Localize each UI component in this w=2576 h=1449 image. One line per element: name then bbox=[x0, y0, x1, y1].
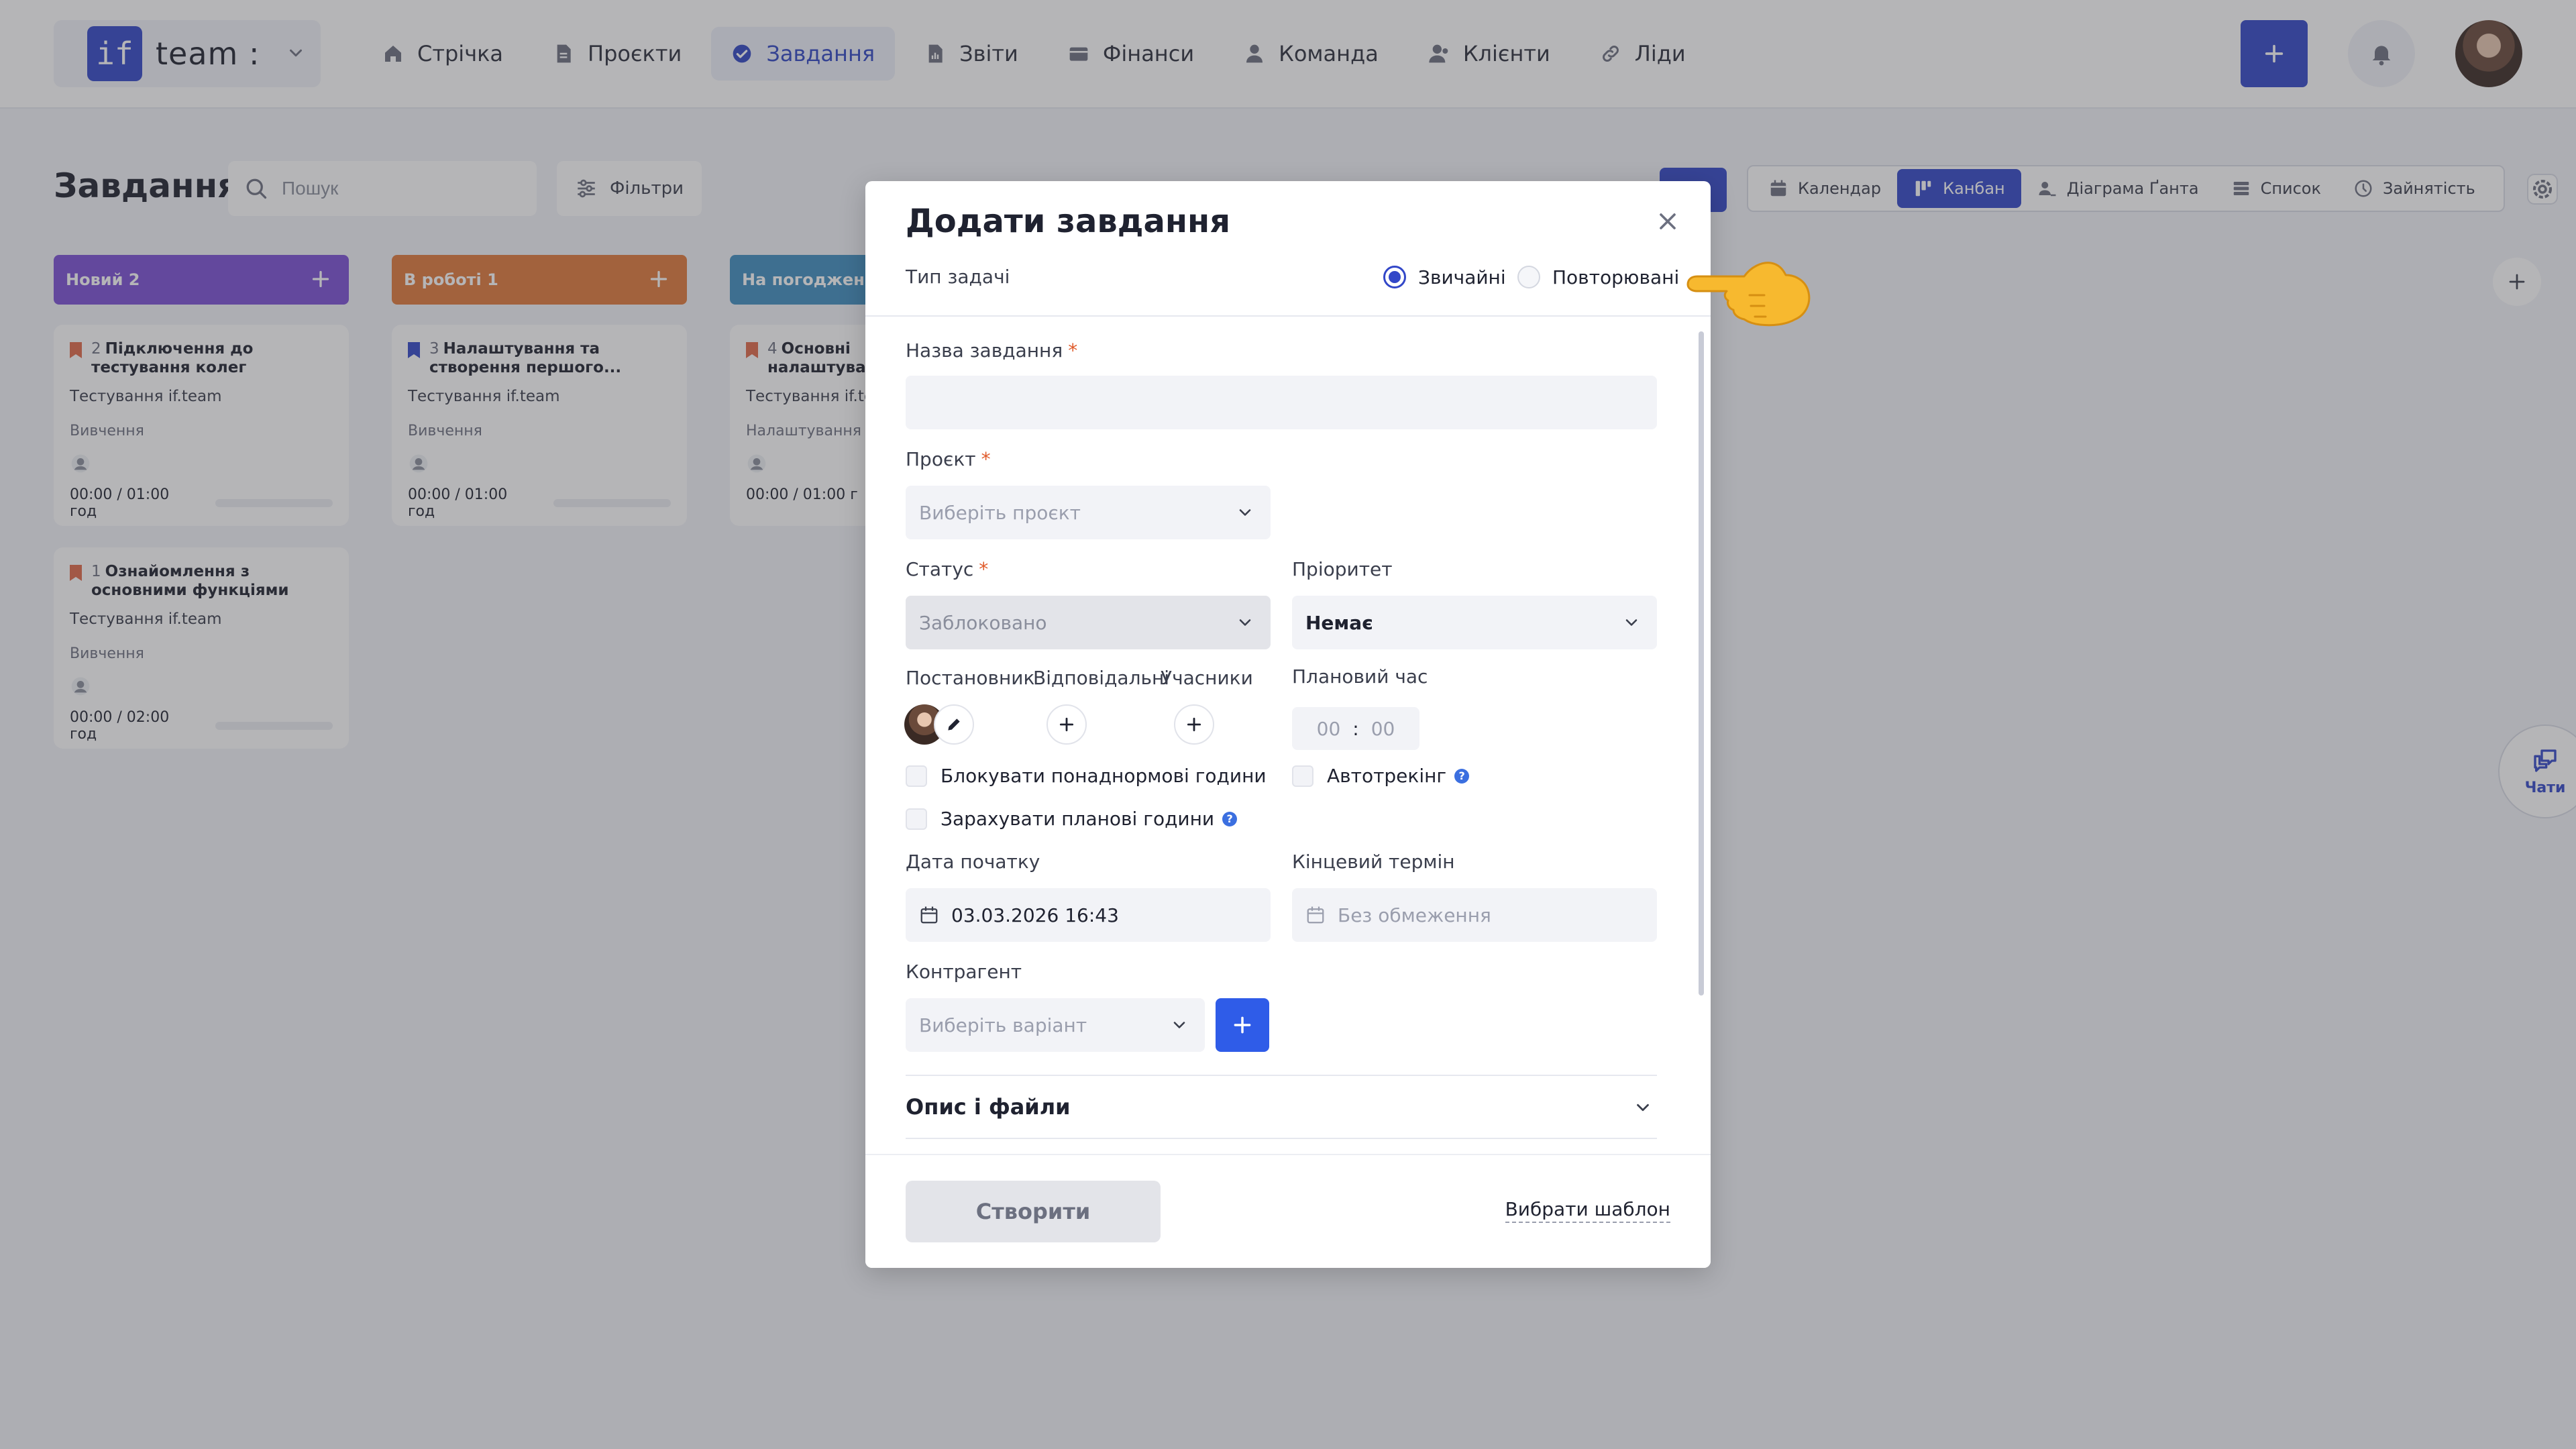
chevron-down-icon bbox=[1173, 1022, 1185, 1028]
plus-icon bbox=[1059, 717, 1074, 732]
add-task-modal: Додати завдання Тип задачі Звичайні Повт… bbox=[865, 181, 1711, 1268]
deadline-label: Кінцевий термін bbox=[1292, 851, 1455, 873]
priority-select[interactable]: Немає bbox=[1292, 596, 1657, 649]
participants-label: Учасники bbox=[1161, 667, 1253, 689]
start-date-value: 03.03.2026 16:43 bbox=[951, 904, 1119, 926]
chevron-down-icon bbox=[1239, 619, 1251, 626]
radio-indicator bbox=[1383, 266, 1406, 288]
modal-title: Додати завдання bbox=[906, 203, 1231, 240]
planned-time-label: Плановий час bbox=[1292, 665, 1428, 688]
chevron-down-icon bbox=[1637, 1104, 1649, 1112]
add-participant-button[interactable] bbox=[1174, 704, 1214, 745]
calendar-icon bbox=[1307, 906, 1324, 924]
checkbox-box bbox=[1292, 765, 1313, 787]
checkbox-box bbox=[906, 765, 927, 787]
plus-icon bbox=[1187, 717, 1201, 732]
close-icon[interactable] bbox=[1654, 208, 1681, 235]
checkbox-box bbox=[906, 808, 927, 830]
start-date-label: Дата початку bbox=[906, 851, 1040, 873]
time-separator: : bbox=[1352, 717, 1359, 740]
create-button[interactable]: Створити bbox=[906, 1181, 1161, 1242]
checkbox-label: Блокувати понаднормові години bbox=[941, 765, 1267, 787]
planned-minutes: 00 bbox=[1371, 717, 1395, 740]
chevron-down-icon bbox=[1239, 509, 1251, 516]
plus-icon bbox=[1234, 1016, 1251, 1034]
divider bbox=[865, 315, 1711, 317]
calendar-icon bbox=[920, 906, 938, 924]
radio-indicator bbox=[1517, 266, 1540, 288]
contractor-placeholder: Виберіть варіант bbox=[919, 1014, 1087, 1036]
assigner-label: Постановник bbox=[906, 667, 1035, 689]
edit-assigner-button[interactable] bbox=[934, 704, 974, 745]
add-contractor-button[interactable] bbox=[1216, 998, 1269, 1052]
checkbox-label: Автотрекінг bbox=[1327, 765, 1447, 787]
task-name-input[interactable] bbox=[919, 392, 1644, 413]
start-date-field[interactable]: 03.03.2026 16:43 bbox=[906, 888, 1271, 942]
planned-hours: 00 bbox=[1316, 717, 1341, 740]
task-name-field[interactable] bbox=[906, 376, 1657, 429]
radio-label: Повторювані bbox=[1552, 266, 1680, 288]
block-overtime-checkbox[interactable]: Блокувати понаднормові години bbox=[906, 765, 1267, 787]
priority-value: Немає bbox=[1305, 611, 1373, 634]
task-name-label: Назва завдання * bbox=[906, 339, 1078, 362]
info-icon[interactable]: ? bbox=[1454, 768, 1470, 784]
checkbox-label: Зарахувати планові години bbox=[941, 808, 1215, 830]
autotracking-checkbox[interactable]: Автотрекінг ? bbox=[1292, 765, 1470, 787]
add-responsible-button[interactable] bbox=[1046, 704, 1087, 745]
planned-time-input[interactable]: 00 : 00 bbox=[1292, 707, 1419, 750]
task-type-label: Тип задачі bbox=[906, 266, 1010, 288]
contractor-label: Контрагент bbox=[906, 961, 1022, 983]
contractor-select[interactable]: Виберіть варіант bbox=[906, 998, 1205, 1052]
radio-regular[interactable]: Звичайні bbox=[1383, 266, 1506, 288]
project-select[interactable]: Виберіть проєкт bbox=[906, 486, 1271, 539]
info-icon[interactable]: ? bbox=[1222, 811, 1238, 826]
status-value: Заблоковано bbox=[919, 611, 1047, 634]
priority-label: Пріоритет bbox=[1292, 558, 1393, 580]
chevron-down-icon bbox=[1625, 619, 1638, 626]
deadline-field[interactable]: Без обмеження bbox=[1292, 888, 1657, 942]
choose-template-link[interactable]: Вибрати шаблон bbox=[1505, 1198, 1670, 1223]
description-files-section[interactable]: Опис і файли bbox=[906, 1075, 1657, 1139]
status-label: Статус * bbox=[906, 558, 989, 580]
section-title: Опис і файли bbox=[906, 1094, 1071, 1120]
project-label: Проєкт * bbox=[906, 448, 991, 470]
status-select[interactable]: Заблоковано bbox=[906, 596, 1271, 649]
radio-recurring[interactable]: Повторювані bbox=[1517, 266, 1679, 288]
radio-label: Звичайні bbox=[1418, 266, 1506, 288]
responsible-label: Відповідальні bbox=[1033, 667, 1170, 689]
modal-scrollbar-thumb[interactable] bbox=[1699, 331, 1704, 996]
deadline-placeholder: Без обмеження bbox=[1338, 904, 1491, 926]
project-placeholder: Виберіть проєкт bbox=[919, 501, 1081, 524]
pointing-hand-icon bbox=[1686, 262, 1811, 327]
count-planned-checkbox[interactable]: Зарахувати планові години ? bbox=[906, 808, 1238, 830]
pencil-icon bbox=[948, 718, 960, 731]
